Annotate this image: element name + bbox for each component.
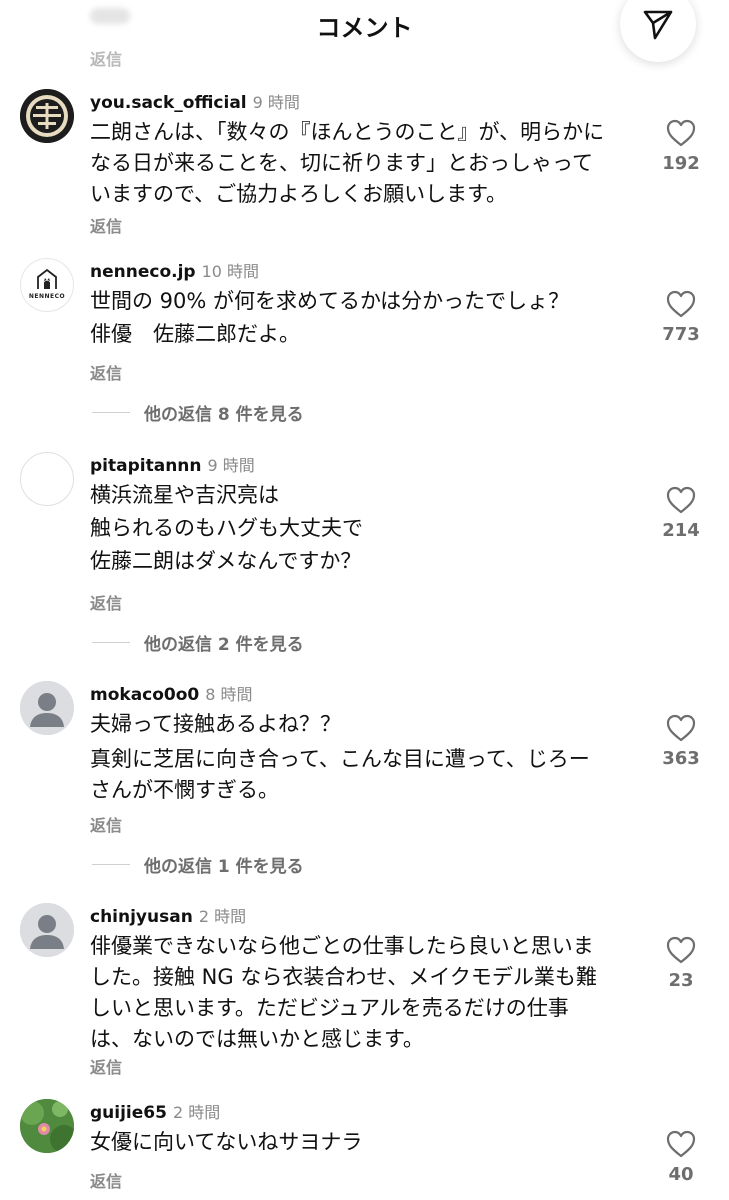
timestamp: 2 時間 — [198, 907, 247, 926]
nenneco-logo-text: NENNECO — [28, 293, 66, 300]
timestamp: 8 時間 — [205, 685, 253, 704]
like-count: 192 — [662, 153, 700, 174]
divider — [92, 642, 130, 643]
view-more-label: 他の返信 1 件を見る — [144, 857, 304, 877]
username[interactable]: chinjyusan — [90, 907, 193, 927]
view-more-label: 他の返信 2 件を見る — [144, 635, 304, 655]
comment-meta: guijie65 2 時間 — [90, 1099, 220, 1123]
like-count: 40 — [668, 1164, 694, 1185]
comment-line: は、ないのでは無いかと感じます。 — [90, 1027, 424, 1051]
nenneco-logo-icon — [37, 268, 57, 289]
comment-meta: nenneco.jp 10 時間 — [90, 258, 259, 282]
comment-line: 佐藤二朗はダメなんですか？ — [90, 549, 362, 573]
avatar[interactable]: NENNECO — [20, 258, 74, 312]
comment-meta: you.sack_official 9 時間 — [90, 89, 300, 113]
previous-reply-button[interactable]: 返信 — [90, 46, 122, 70]
heart-outline-icon — [666, 1130, 696, 1158]
divider — [92, 864, 130, 865]
comment-item: guijie65 2 時間 女優に向いてないねサヨナラ 返信 40 — [0, 1099, 729, 1200]
comment-line: 触られるのもハグも大丈夫で — [90, 516, 363, 540]
timestamp: 2 時間 — [172, 1103, 221, 1122]
avatar[interactable] — [20, 452, 74, 506]
like-button[interactable]: 773 — [650, 290, 712, 345]
reply-button[interactable]: 返信 — [90, 1054, 122, 1078]
like-button[interactable]: 40 — [650, 1130, 712, 1185]
view-more-replies[interactable]: 他の返信 8 件を見る — [92, 400, 304, 425]
view-more-label: 他の返信 8 件を見る — [144, 405, 304, 425]
flower-photo-icon — [20, 1099, 74, 1153]
timestamp: 9 時間 — [252, 93, 300, 112]
comment-line: 二朗さんは、「数々の『ほんとうのこと』が、明らかに — [90, 120, 605, 144]
comment-meta: pitapitannn 9 時間 — [90, 452, 255, 476]
reply-button[interactable]: 返信 — [90, 812, 122, 836]
reply-button[interactable]: 返信 — [90, 590, 122, 614]
logo-avatar-icon — [20, 89, 74, 143]
username[interactable]: mokaco0o0 — [90, 685, 199, 705]
comment-text: 二朗さんは、「数々の『ほんとうのこと』が、明らかに なる日が来ることを、切に祈り… — [90, 117, 630, 210]
username[interactable]: you.sack_official — [90, 93, 247, 113]
comment-line: さんが不憫すぎる。 — [90, 778, 279, 802]
like-button[interactable]: 192 — [650, 119, 712, 174]
like-count: 214 — [662, 520, 700, 541]
comment-item: mokaco0o0 8 時間 夫婦って接触あるよね？？ 真剣に芝居に向き合って、こ… — [0, 681, 729, 881]
person-silhouette-icon — [20, 681, 74, 735]
comment-text: 横浜流星や吉沢亮は 触られるのもハグも大丈夫で 佐藤二朗はダメなんですか？ — [90, 480, 630, 577]
comment-text: 女優に向いてないねサヨナラ — [90, 1127, 630, 1158]
comment-meta: mokaco0o0 8 時間 — [90, 681, 253, 705]
like-count: 363 — [662, 748, 700, 769]
comment-line: しいと思います。ただビジュアルを売るだけの仕事 — [90, 996, 569, 1020]
comment-item: pitapitannn 9 時間 横浜流星や吉沢亮は 触られるのもハグも大丈夫で … — [0, 452, 729, 655]
comment-line: 横浜流星や吉沢亮は — [90, 483, 279, 507]
avatar[interactable] — [20, 903, 74, 957]
comment-line: 真剣に芝居に向き合って、こんな目に遭って、じろー — [90, 747, 590, 771]
like-button[interactable]: 363 — [650, 714, 712, 769]
reply-button[interactable]: 返信 — [90, 1168, 122, 1192]
send-button[interactable] — [620, 0, 696, 62]
send-icon — [643, 10, 673, 40]
comment-line: した。接触 NG なら衣装合わせ、メイクモデル業も難 — [90, 965, 597, 989]
person-silhouette-icon — [20, 903, 74, 957]
comment-item: NENNECO nenneco.jp 10 時間 世間の 90% が何を求めてるか… — [0, 258, 729, 428]
username[interactable]: guijie65 — [90, 1103, 167, 1123]
comment-meta: chinjyusan 2 時間 — [90, 903, 246, 927]
comment-text: 世間の 90% が何を求めてるかは分かったでしょ？ 俳優 佐藤二郎だよ。 — [90, 286, 630, 350]
username[interactable]: nenneco.jp — [90, 262, 196, 282]
avatar[interactable] — [20, 89, 74, 143]
like-count: 773 — [662, 324, 700, 345]
comment-line: 夫婦って接触あるよね？？ — [90, 712, 341, 736]
timestamp: 10 時間 — [201, 262, 260, 281]
comment-item: you.sack_official 9 時間 二朗さんは、「数々の『ほんとうのこと… — [0, 89, 729, 249]
heart-outline-icon — [666, 714, 696, 742]
comment-line: 俳優 佐藤二郎だよ。 — [90, 322, 300, 346]
like-count: 23 — [668, 970, 694, 991]
view-more-replies[interactable]: 他の返信 1 件を見る — [92, 852, 304, 877]
comment-line: 俳優業できないなら他ごとの仕事したら良いと思いま — [90, 934, 594, 958]
avatar[interactable] — [20, 681, 74, 735]
view-more-replies[interactable]: 他の返信 2 件を見る — [92, 630, 304, 655]
comment-line: なる日が来ることを、切に祈ります」とおっしゃって — [90, 151, 593, 175]
heart-outline-icon — [666, 936, 696, 964]
avatar[interactable] — [20, 1099, 74, 1153]
timestamp: 9 時間 — [207, 456, 255, 475]
comment-text: 夫婦って接触あるよね？？ 真剣に芝居に向き合って、こんな目に遭って、じろー さん… — [90, 709, 630, 806]
comment-line: 女優に向いてないねサヨナラ — [90, 1130, 363, 1154]
heart-outline-icon — [666, 290, 696, 318]
like-button[interactable]: 23 — [650, 936, 712, 991]
heart-outline-icon — [666, 119, 696, 147]
divider — [92, 412, 130, 413]
heart-outline-icon — [666, 486, 696, 514]
comment-line: いますので、ご協力よろしくお願いします。 — [90, 182, 508, 206]
reply-button[interactable]: 返信 — [90, 213, 122, 237]
like-button[interactable]: 214 — [650, 486, 712, 541]
reply-button[interactable]: 返信 — [90, 360, 122, 384]
comment-text: 俳優業できないなら他ごとの仕事したら良いと思いま した。接触 NG なら衣装合わ… — [90, 931, 630, 1055]
username[interactable]: pitapitannn — [90, 456, 202, 476]
comments-header: 返信 コメント — [0, 0, 729, 70]
comment-line: 世間の 90% が何を求めてるかは分かったでしょ？ — [90, 289, 570, 313]
comment-item: chinjyusan 2 時間 俳優業できないなら他ごとの仕事したら良いと思いま … — [0, 903, 729, 1083]
